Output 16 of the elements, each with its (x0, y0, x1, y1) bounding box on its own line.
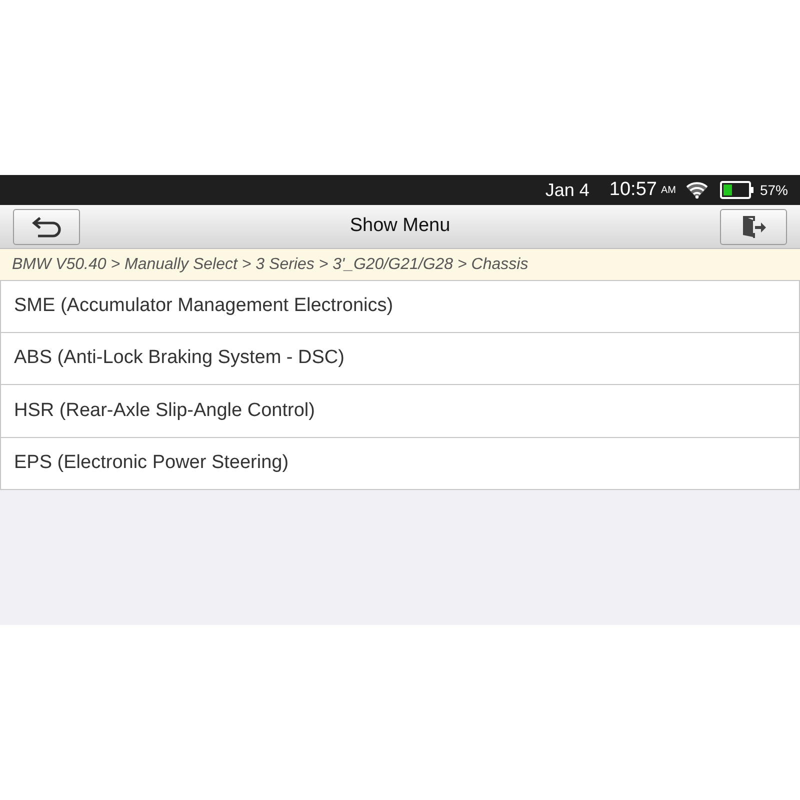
screen-title: Show Menu (350, 214, 450, 238)
exit-button[interactable] (720, 208, 787, 244)
menu-item[interactable]: ABS (Anti-Lock Braking System - DSC) (0, 332, 800, 385)
status-time: 10:57 (609, 178, 657, 202)
menu-item[interactable]: SME (Accumulator Management Electronics) (0, 280, 800, 332)
menu-item[interactable]: HSR (Rear-Axle Slip-Angle Control) (0, 385, 800, 438)
battery-percent: 57% (760, 180, 788, 200)
wifi-icon (686, 182, 708, 198)
breadcrumb-path: BMW V50.40 > Manually Select > 3 Series > 3'_G20/G21/G28 > Chassis (0, 249, 800, 280)
menu-item[interactable]: EPS (Electronic Power Steering) (0, 438, 800, 490)
battery-icon (720, 181, 754, 199)
back-icon (32, 216, 62, 238)
status-meridiem: AM (660, 184, 676, 198)
status-date: Jan 4 (545, 178, 590, 202)
back-button[interactable] (13, 208, 80, 244)
exit-door-icon (740, 214, 766, 238)
